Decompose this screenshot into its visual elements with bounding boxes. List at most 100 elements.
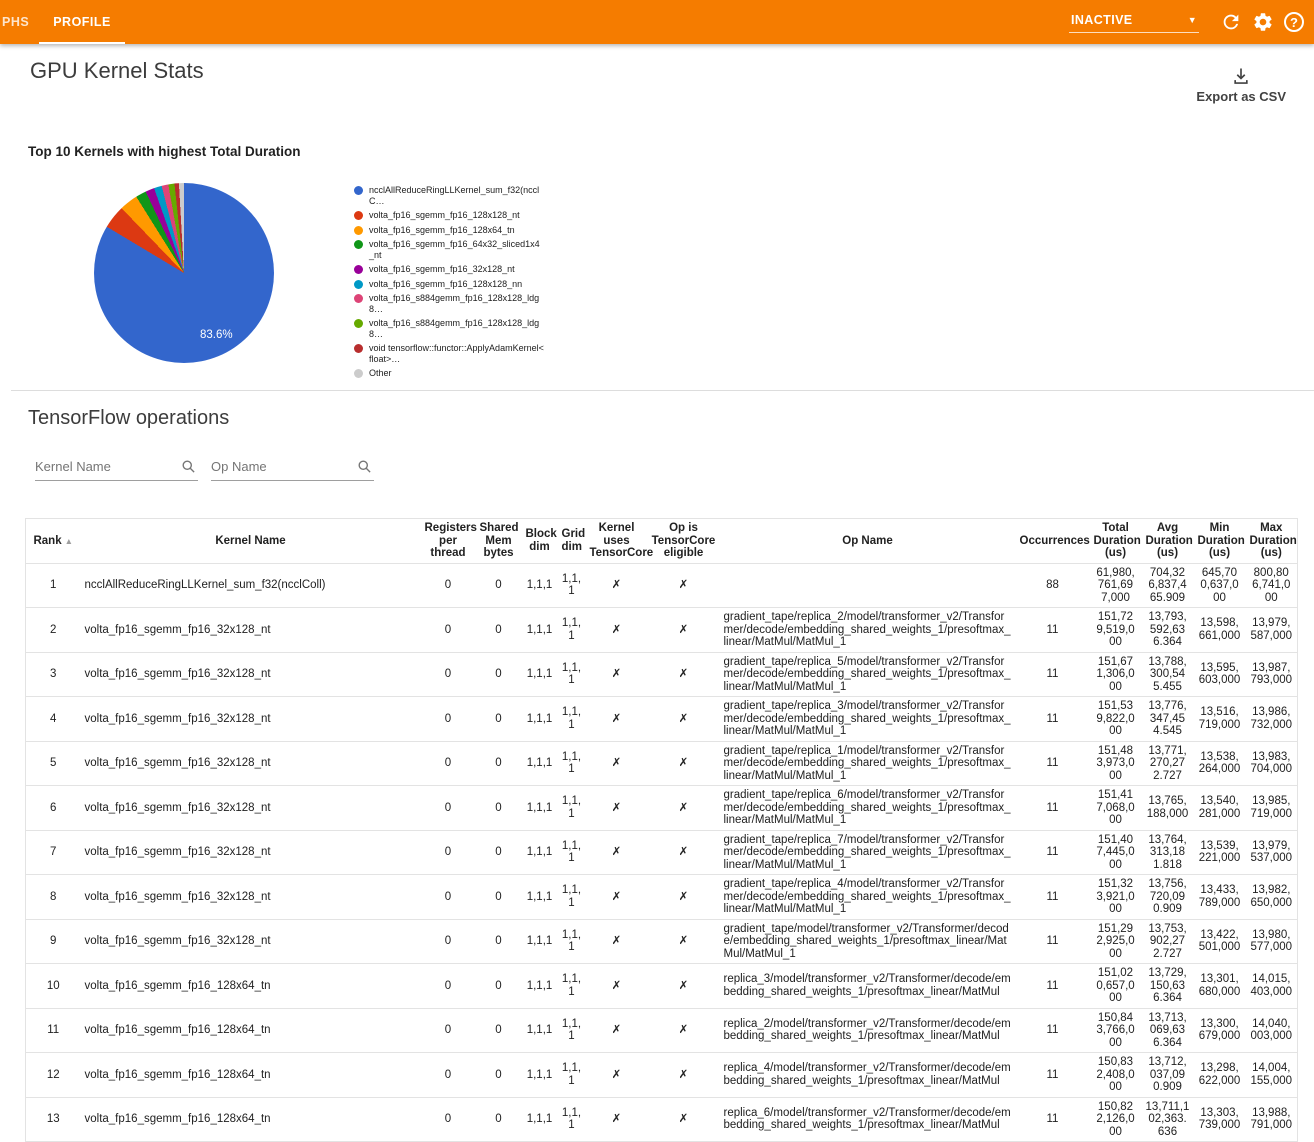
cell-grid-dim: 1,1,1	[558, 1097, 586, 1142]
cell-registers-per-thread: 0	[421, 697, 476, 742]
column-header[interactable]: Shared Mem bytes	[476, 519, 522, 564]
cell-grid-dim: 1,1,1	[558, 875, 586, 920]
cell-op-name: gradient_tape/replica_3/model/transforme…	[720, 697, 1016, 742]
pie-chart[interactable]	[94, 183, 274, 363]
cross-icon: ✗	[679, 1113, 689, 1125]
cell-op-name: replica_3/model/transformer_v2/Transform…	[720, 964, 1016, 1009]
cell-max-duration-us: 13,979,537,000	[1246, 830, 1298, 875]
cell-shared-mem-bytes: 0	[476, 786, 522, 831]
cell-occurrences: 11	[1016, 1008, 1090, 1053]
cell-avg-duration-us: 13,753,902,272.727	[1142, 919, 1194, 964]
legend-item[interactable]: volta_fp16_sgemm_fp16_128x128_nt	[354, 210, 544, 221]
legend-label: Other	[369, 368, 392, 379]
cross-icon: ✗	[612, 891, 622, 903]
legend-item[interactable]: volta_fp16_sgemm_fp16_128x64_tn	[354, 225, 544, 236]
kernel-name-filter-input[interactable]	[35, 455, 198, 481]
cell-block-dim: 1,1,1	[522, 1008, 558, 1053]
tab-graphs[interactable]: PHS	[0, 0, 39, 44]
cell-kernel-name: ncclAllReduceRingLLKernel_sum_f32(ncclCo…	[81, 563, 421, 608]
cell-min-duration-us: 13,422,501,000	[1194, 919, 1246, 964]
cell-min-duration-us: 13,539,221,000	[1194, 830, 1246, 875]
legend-item[interactable]: volta_fp16_sgemm_fp16_128x128_nn	[354, 279, 544, 290]
cell-avg-duration-us: 13,756,720,090.909	[1142, 875, 1194, 920]
tab-profile[interactable]: PROFILE	[39, 0, 125, 44]
cell-kernel-name: volta_fp16_sgemm_fp16_32x128_nt	[81, 875, 421, 920]
cell-block-dim: 1,1,1	[522, 830, 558, 875]
cell-op-is-tensorcore-eligible: ✗	[648, 1053, 720, 1098]
cell-kernel-name: volta_fp16_sgemm_fp16_32x128_nt	[81, 741, 421, 786]
column-header[interactable]: Op Name	[720, 519, 1016, 564]
cell-op-name: gradient_tape/replica_5/model/transforme…	[720, 652, 1016, 697]
column-header[interactable]: Block dim	[522, 519, 558, 564]
cell-shared-mem-bytes: 0	[476, 1008, 522, 1053]
cross-icon: ✗	[612, 713, 622, 725]
legend-label: volta_fp16_sgemm_fp16_128x128_nt	[369, 210, 520, 221]
cell-kernel-uses-tensorcore: ✗	[586, 697, 648, 742]
legend-swatch-icon	[354, 319, 363, 328]
legend-label: volta_fp16_s884gemm_fp16_128x128_ldg8…	[369, 318, 544, 339]
run-selector-dropdown[interactable]: INACTIVE ▼	[1069, 11, 1199, 33]
cell-op-is-tensorcore-eligible: ✗	[648, 608, 720, 653]
column-header[interactable]: Rank▲	[26, 519, 81, 564]
legend-item[interactable]: ncclAllReduceRingLLKernel_sum_f32(ncclC…	[354, 185, 544, 206]
refresh-icon[interactable]	[1220, 11, 1242, 33]
op-name-filter-input[interactable]	[211, 455, 374, 481]
cell-kernel-name: volta_fp16_sgemm_fp16_32x128_nt	[81, 608, 421, 653]
legend-item[interactable]: volta_fp16_sgemm_fp16_64x32_sliced1x4_nt	[354, 239, 544, 260]
cell-grid-dim: 1,1,1	[558, 919, 586, 964]
legend-label: volta_fp16_sgemm_fp16_128x128_nn	[369, 279, 522, 290]
cell-avg-duration-us: 13,765,188,000	[1142, 786, 1194, 831]
cell-occurrences: 11	[1016, 697, 1090, 742]
cell-total-duration-us: 150,822,126,000	[1090, 1097, 1142, 1142]
cell-avg-duration-us: 13,729,150,636.364	[1142, 964, 1194, 1009]
page-title: GPU Kernel Stats	[30, 58, 204, 84]
column-header[interactable]: Min Duration (us)	[1194, 519, 1246, 564]
column-header[interactable]: Kernel uses TensorCore	[586, 519, 648, 564]
cell-occurrences: 11	[1016, 608, 1090, 653]
legend-item[interactable]: volta_fp16_sgemm_fp16_32x128_nt	[354, 264, 544, 275]
cell-op-is-tensorcore-eligible: ✗	[648, 830, 720, 875]
cell-occurrences: 11	[1016, 964, 1090, 1009]
cell-op-name: gradient_tape/replica_4/model/transforme…	[720, 875, 1016, 920]
column-header[interactable]: Registers per thread	[421, 519, 476, 564]
cell-rank: 8	[26, 875, 81, 920]
cell-total-duration-us: 151,020,657,000	[1090, 964, 1142, 1009]
table-row: 2volta_fp16_sgemm_fp16_32x128_nt001,1,11…	[26, 608, 1298, 653]
column-header[interactable]: Grid dim	[558, 519, 586, 564]
cross-icon: ✗	[679, 579, 689, 591]
cell-total-duration-us: 151,729,519,000	[1090, 608, 1142, 653]
cell-op-is-tensorcore-eligible: ✗	[648, 786, 720, 831]
cell-min-duration-us: 13,433,789,000	[1194, 875, 1246, 920]
column-header[interactable]: Op is TensorCore eligible	[648, 519, 720, 564]
cell-rank: 12	[26, 1053, 81, 1098]
cell-rank: 1	[26, 563, 81, 608]
cell-op-name: replica_2/model/transformer_v2/Transform…	[720, 1008, 1016, 1053]
column-header[interactable]: Kernel Name	[81, 519, 421, 564]
legend-item[interactable]: void tensorflow::functor::ApplyAdamKerne…	[354, 343, 544, 364]
pie-legend: ncclAllReduceRingLLKernel_sum_f32(ncclC……	[354, 185, 544, 383]
legend-item[interactable]: volta_fp16_s884gemm_fp16_128x128_ldg8…	[354, 318, 544, 339]
cell-avg-duration-us: 704,326,837,465.909	[1142, 563, 1194, 608]
help-icon[interactable]: ?	[1284, 12, 1304, 32]
cell-op-name: gradient_tape/model/transformer_v2/Trans…	[720, 919, 1016, 964]
cross-icon: ✗	[679, 846, 689, 858]
cell-rank: 6	[26, 786, 81, 831]
column-header[interactable]: Avg Duration (us)	[1142, 519, 1194, 564]
cross-icon: ✗	[612, 668, 622, 680]
legend-label: volta_fp16_sgemm_fp16_128x64_tn	[369, 225, 515, 236]
cell-max-duration-us: 13,985,719,000	[1246, 786, 1298, 831]
cell-block-dim: 1,1,1	[522, 1053, 558, 1098]
export-csv-button[interactable]: Export as CSV	[1196, 66, 1286, 104]
cell-total-duration-us: 151,671,306,000	[1090, 652, 1142, 697]
cell-occurrences: 11	[1016, 1053, 1090, 1098]
legend-item[interactable]: Other	[354, 368, 544, 379]
column-header[interactable]: Total Duration (us)	[1090, 519, 1142, 564]
column-header[interactable]: Occurrences	[1016, 519, 1090, 564]
cell-max-duration-us: 13,983,704,000	[1246, 741, 1298, 786]
legend-item[interactable]: volta_fp16_s884gemm_fp16_128x128_ldg8…	[354, 293, 544, 314]
table-row: 10volta_fp16_sgemm_fp16_128x64_tn001,1,1…	[26, 964, 1298, 1009]
cell-block-dim: 1,1,1	[522, 919, 558, 964]
gear-icon[interactable]	[1252, 11, 1274, 33]
column-header[interactable]: Max Duration (us)	[1246, 519, 1298, 564]
cell-total-duration-us: 151,407,445,000	[1090, 830, 1142, 875]
